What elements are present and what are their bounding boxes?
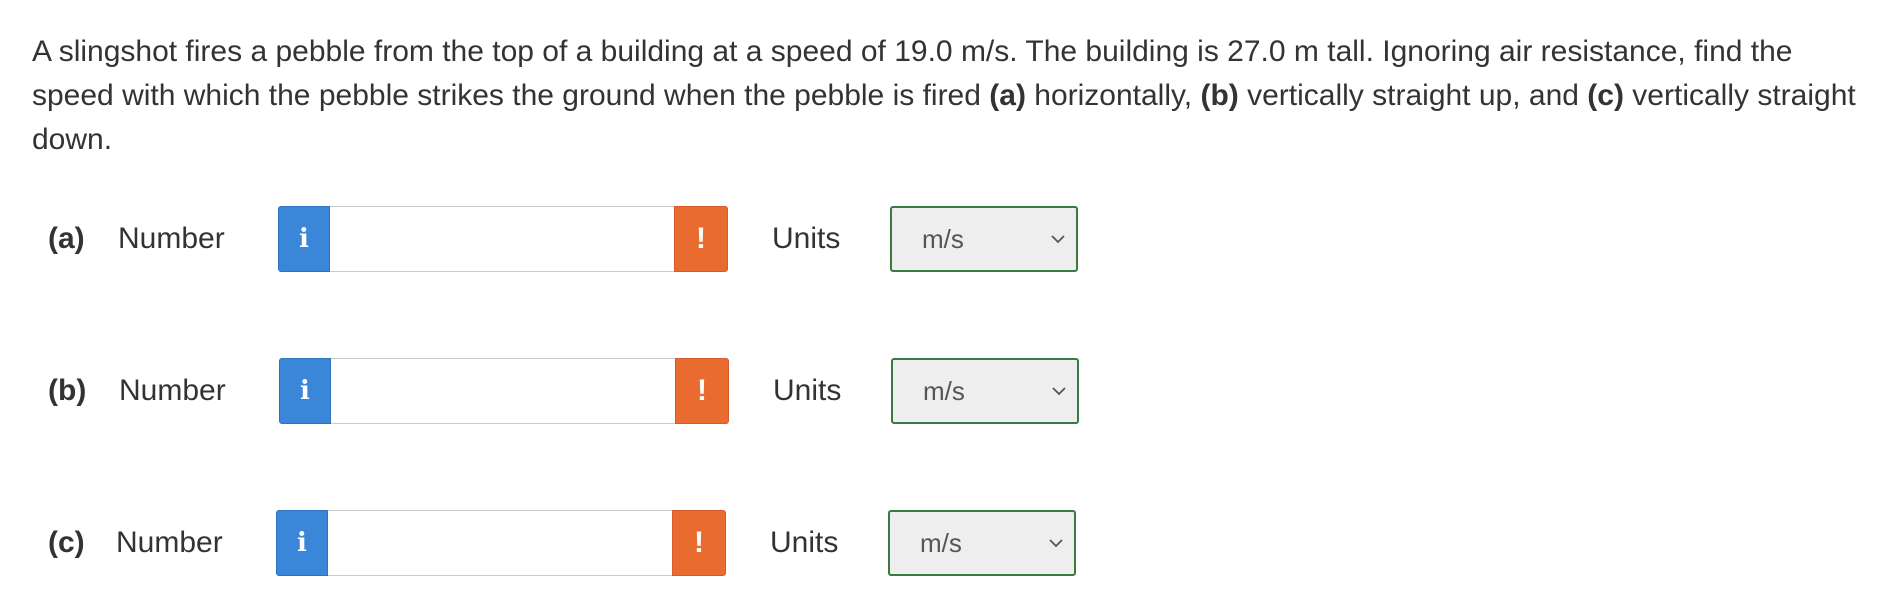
number-input-a[interactable] [330,206,674,272]
units-select-a[interactable]: m/s [890,206,1078,272]
number-label: Number [116,526,223,559]
info-icon[interactable]: i [278,206,330,272]
units-selected-value: m/s [922,224,964,254]
question-text: A slingshot fires a pebble from the top … [32,30,1862,162]
chevron-down-icon [1052,387,1066,396]
part-c-ref: (c) [1587,79,1624,112]
part-label: (b) [48,374,87,407]
question-segment: vertically straight up, and [1238,79,1588,112]
part-label: (c) [48,526,85,559]
units-selected-value: m/s [920,528,962,558]
units-label: Units [773,374,842,407]
number-label: Number [119,374,226,407]
units-selected-value: m/s [923,376,965,406]
part-b-ref: (b) [1200,79,1239,112]
warning-icon: ! [675,358,729,424]
part-a-ref: (a) [989,79,1026,112]
part-label: (a) [48,222,85,255]
chevron-down-icon [1049,539,1063,548]
number-input-b[interactable] [331,358,675,424]
number-label: Number [118,222,225,255]
number-input-c[interactable] [328,510,672,576]
warning-icon: ! [672,510,726,576]
units-select-c[interactable]: m/s [888,510,1076,576]
units-label: Units [772,222,841,255]
units-label: Units [770,526,839,559]
info-icon[interactable]: i [279,358,331,424]
chevron-down-icon [1051,235,1065,244]
info-icon[interactable]: i [276,510,328,576]
units-select-b[interactable]: m/s [891,358,1079,424]
question-segment: horizontally, [1025,79,1201,112]
warning-icon: ! [674,206,728,272]
